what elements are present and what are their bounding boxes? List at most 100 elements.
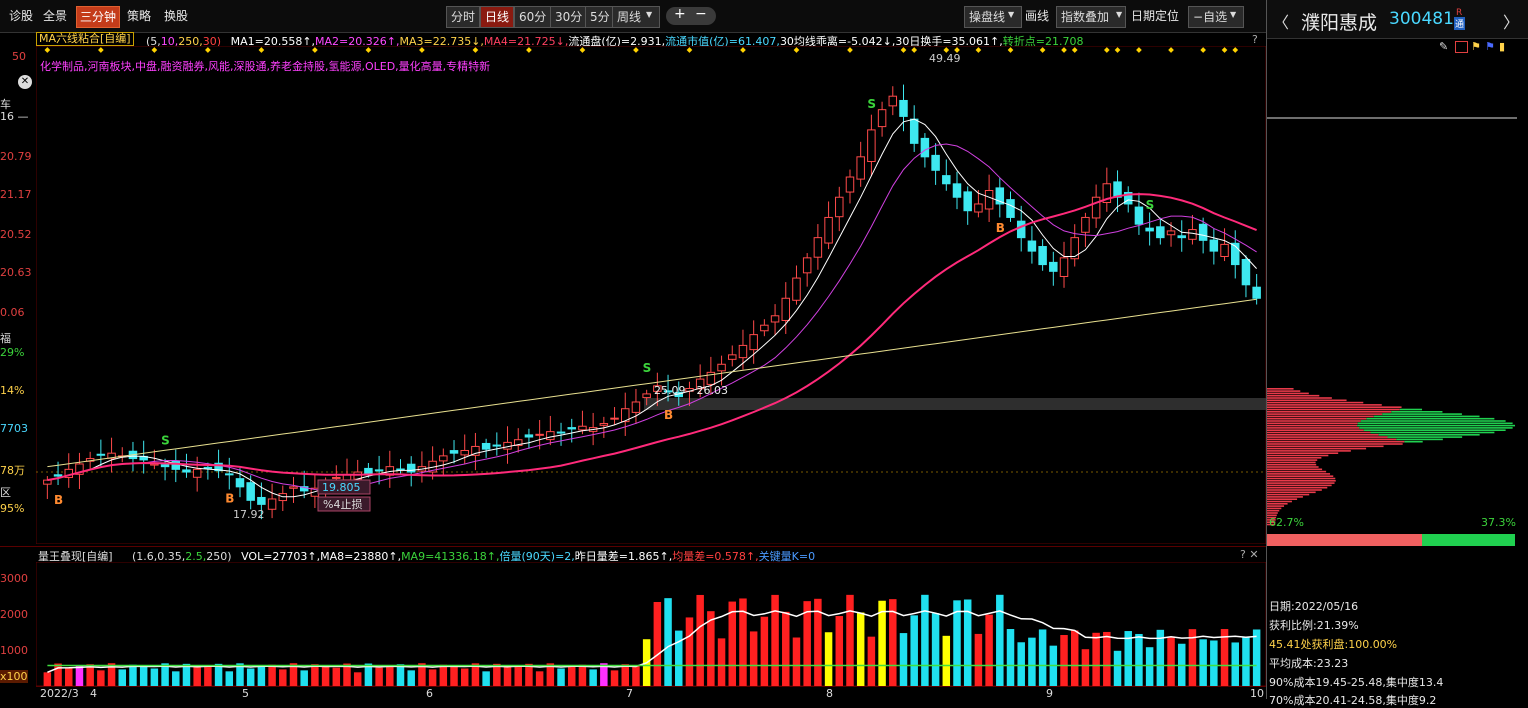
chip-bar-profit (1267, 468, 1323, 471)
chip-bar-profit (1267, 503, 1288, 505)
tab-diagnose[interactable]: 诊股 (6, 6, 36, 26)
prev-stock-button[interactable]: 〈 (1273, 9, 1289, 33)
candle (717, 363, 726, 372)
axis-label: 20.79 (0, 150, 32, 163)
candle (546, 431, 555, 441)
candle (792, 277, 801, 301)
tab-60min[interactable]: 60分 (514, 6, 552, 28)
high-label: 49.49 (929, 52, 961, 65)
candle (770, 315, 780, 323)
candle (1070, 237, 1079, 260)
chip-bars (1267, 388, 1516, 526)
axis-label-side: 区 (0, 486, 11, 499)
chip-bar-profit (1267, 424, 1358, 427)
volume-bar (760, 616, 769, 686)
top-toolbar: 诊股 全景 三分钟 策略 换股 分时 日线 60分 30分 5分 周线 ▼ + … (0, 0, 1266, 33)
chip-bar-profit (1267, 450, 1351, 452)
chip-bar-profit (1267, 463, 1317, 466)
help-icon[interactable]: ? (1252, 33, 1258, 46)
candle (1188, 229, 1197, 240)
chevron-down-icon: ▼ (1116, 10, 1123, 19)
tab-5min[interactable]: 5分 (585, 6, 615, 28)
volume-bar (182, 663, 191, 686)
chip-bar-profit (1267, 452, 1339, 454)
zoom-out-button[interactable]: − (695, 6, 707, 22)
volume-bar (172, 671, 180, 686)
x-axis: 2022/3 4 5 6 7 8 9 10 (36, 686, 1266, 700)
tab-daily[interactable]: 日线 (480, 6, 515, 28)
draw-line-button[interactable]: 画线 (1022, 6, 1052, 26)
axis-label-side: 福 (0, 332, 11, 345)
candle (182, 469, 191, 473)
volume-bar (150, 668, 159, 686)
volume-bar (1017, 642, 1025, 686)
volume-bar (824, 632, 833, 686)
candle (439, 455, 448, 462)
candle (1156, 226, 1165, 239)
tab-overview[interactable]: 全景 (40, 6, 70, 26)
candle (1049, 261, 1058, 272)
tab-30min[interactable]: 30分 (550, 6, 588, 28)
volume-bar (803, 601, 811, 686)
indicator-name[interactable]: MA六线粘合[自编] (36, 32, 134, 46)
chip-bar-loss (1370, 431, 1495, 434)
volume-bar (1242, 637, 1250, 686)
stock-name: 濮阳惠成 (1301, 12, 1378, 34)
volume-bar (300, 670, 308, 686)
chip-bar-loss (1360, 420, 1506, 422)
volume-bar (942, 635, 951, 686)
axis-label: 78万 (0, 464, 25, 477)
price-chart[interactable]: 化学制品,河南板块,中盘,融资融券,风能,深股通,养老金持股,氢能源,OLED,… (36, 46, 1266, 544)
tong-badge: 通 (1454, 17, 1466, 30)
chip-bar-profit (1267, 411, 1392, 413)
volume-bar (792, 637, 801, 686)
volume-bar (1113, 650, 1122, 686)
candle (481, 442, 491, 450)
volume-bar (728, 601, 737, 686)
low-label: 17.92 (233, 508, 265, 521)
zoom-in-button[interactable]: + (674, 6, 686, 22)
volume-bar (428, 669, 437, 686)
x-tick: 5 (242, 687, 249, 700)
chip-bar-loss (1357, 422, 1513, 425)
volume-bar (396, 664, 405, 686)
volume-bar (1124, 631, 1132, 686)
candle (1081, 216, 1090, 233)
tab-strategy[interactable]: 策略 (124, 6, 154, 26)
candle (1166, 230, 1176, 236)
chip-bar-profit (1267, 388, 1294, 390)
candle (374, 469, 384, 472)
volume-bar (931, 613, 940, 686)
axis-label: 7703 (0, 422, 28, 435)
volume-bar (1103, 631, 1111, 686)
tab-three-minutes[interactable]: 三分钟 (76, 6, 121, 28)
chip-bar-profit (1267, 493, 1310, 496)
chip-bar-profit (1267, 475, 1334, 477)
close-icon[interactable]: ✕ (18, 75, 32, 89)
tab-switch-stock[interactable]: 换股 (161, 6, 191, 26)
chip-bar-profit (1267, 484, 1332, 487)
chip-bar-loss (1357, 424, 1516, 427)
volume-chart[interactable] (36, 562, 1266, 686)
volume-close-icon[interactable]: ? ✕ (1240, 548, 1259, 561)
chip-bar-profit (1267, 509, 1280, 512)
buy-signal: B (996, 221, 1005, 235)
next-stock-button[interactable]: 〉 (1503, 9, 1519, 33)
tab-intraday[interactable]: 分时 (446, 6, 481, 28)
chip-bar-profit (1267, 420, 1361, 422)
volume-bar (118, 669, 127, 686)
date-locate-button[interactable]: 日期定位 (1128, 6, 1182, 26)
volume-bar (557, 668, 565, 686)
volume-bar (696, 594, 704, 686)
volume-bar (749, 631, 758, 686)
tab-weekly[interactable]: 周线 (612, 6, 661, 28)
chip-bar-profit (1267, 392, 1309, 395)
volume-bar (514, 666, 522, 686)
candle (1027, 240, 1037, 252)
chip-bar-profit (1267, 397, 1332, 399)
candle (1209, 239, 1219, 252)
volume-bar (257, 665, 266, 686)
axis-label: 14% (0, 384, 25, 397)
vol-axis-unit: x100 (0, 670, 28, 683)
volume-bar (407, 670, 415, 686)
